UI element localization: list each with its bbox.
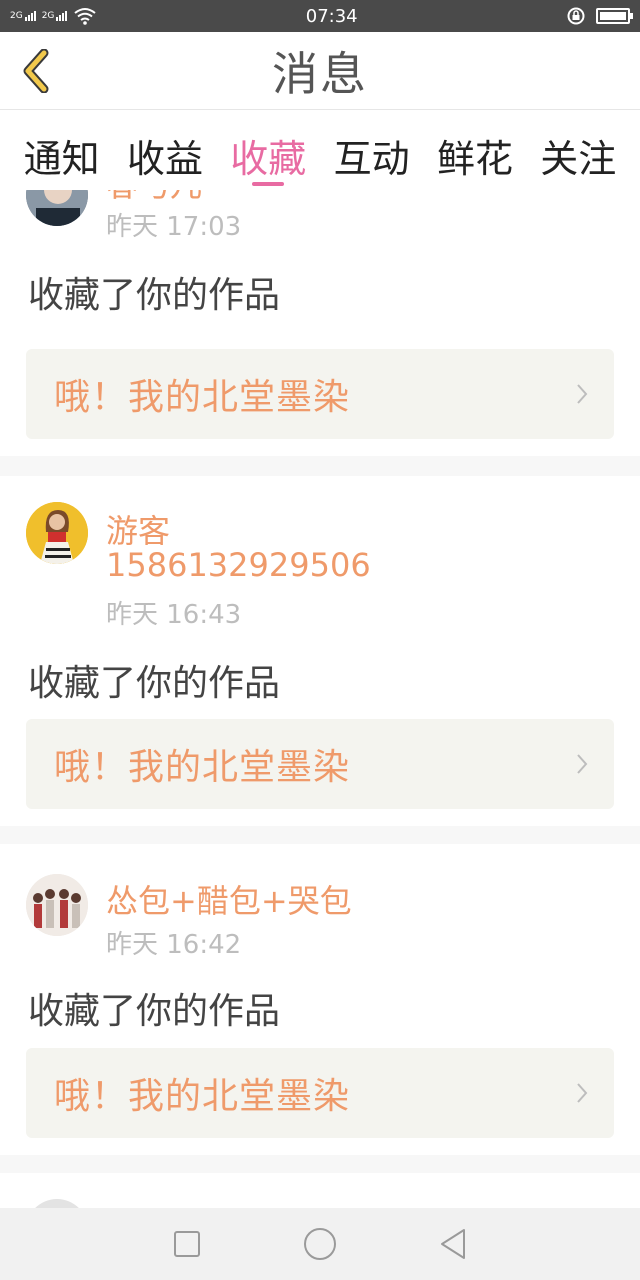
alarm-icon xyxy=(567,7,585,25)
message-action: 收藏了你的作品 xyxy=(28,991,281,1032)
tab-flowers[interactable]: 鲜花 xyxy=(425,110,525,183)
chevron-left-icon xyxy=(23,49,49,93)
status-time: 07:34 xyxy=(305,5,358,27)
chevron-right-icon xyxy=(577,384,588,404)
message-time: 昨天 17:03 xyxy=(106,212,242,242)
wifi-icon xyxy=(74,8,97,25)
work-title: 哦！我的北堂墨染 xyxy=(54,377,351,418)
message-list[interactable]: 春弓儿 昨天 17:03 收藏了你的作品 哦！我的北堂墨染 游客 1586132… xyxy=(0,190,640,1208)
message-time: 昨天 16:43 xyxy=(106,600,242,630)
header: 消息 xyxy=(0,32,640,110)
tab-label: 收益 xyxy=(126,137,203,181)
back-triangle-icon xyxy=(441,1229,466,1259)
username-line2[interactable]: 1586132929506 xyxy=(106,546,371,584)
tab-label: 收藏 xyxy=(230,137,307,181)
tab-label: 鲜花 xyxy=(436,137,513,181)
signal-icon-2: 2G xyxy=(42,11,68,21)
work-title: 哦！我的北堂墨染 xyxy=(54,1076,351,1117)
recents-square-icon xyxy=(173,1231,200,1257)
username[interactable]: 怂包+醋包+哭包 xyxy=(106,876,352,922)
tab-favorites[interactable]: 收藏 xyxy=(218,110,318,186)
avatar[interactable] xyxy=(26,874,88,936)
tab-interactions[interactable]: 互动 xyxy=(322,110,422,183)
tab-earnings[interactable]: 收益 xyxy=(115,110,215,183)
active-tab-indicator xyxy=(252,182,285,186)
avatar[interactable] xyxy=(26,190,88,226)
list-item: 春弓儿 昨天 17:03 收藏了你的作品 哦！我的北堂墨染 xyxy=(0,190,640,456)
chevron-right-icon xyxy=(577,754,588,774)
system-navbar xyxy=(0,1208,640,1280)
system-back-button[interactable] xyxy=(433,1224,473,1264)
work-link[interactable]: 哦！我的北堂墨染 xyxy=(26,349,614,439)
home-circle-icon xyxy=(303,1228,336,1260)
status-left: 2G 2G xyxy=(10,7,97,25)
username[interactable]: 春弓儿 xyxy=(106,190,202,206)
list-item: 游客 1586132929506 昨天 16:43 收藏了你的作品 哦！我的北堂… xyxy=(0,476,640,826)
tab-follows[interactable]: 关注 xyxy=(528,110,628,183)
message-action: 收藏了你的作品 xyxy=(28,663,281,704)
tab-bar: 通知 收益 收藏 互动 鲜花 关注 xyxy=(0,110,640,190)
recents-button[interactable] xyxy=(167,1224,207,1264)
home-button[interactable] xyxy=(300,1224,340,1264)
list-item: 怂包+醋包+哭包 昨天 16:42 收藏了你的作品 哦！我的北堂墨染 xyxy=(0,844,640,1155)
work-link[interactable]: 哦！我的北堂墨染 xyxy=(26,719,614,809)
tab-notifications[interactable]: 通知 xyxy=(12,110,112,183)
tab-label: 通知 xyxy=(23,137,100,181)
status-right xyxy=(566,6,633,26)
work-link[interactable]: 哦！我的北堂墨染 xyxy=(26,1048,614,1138)
page-title: 消息 xyxy=(272,46,368,101)
back-button[interactable] xyxy=(14,46,58,96)
tab-label: 关注 xyxy=(540,137,617,181)
work-title: 哦！我的北堂墨染 xyxy=(54,747,351,788)
chevron-right-icon xyxy=(577,1083,588,1103)
message-action: 收藏了你的作品 xyxy=(28,275,281,316)
avatar[interactable] xyxy=(26,502,88,564)
signal-icon: 2G xyxy=(10,11,36,21)
avatar[interactable] xyxy=(26,1199,88,1208)
status-bar: 2G 2G 07:34 xyxy=(0,0,640,32)
message-time: 昨天 16:42 xyxy=(106,930,242,960)
list-item xyxy=(0,1173,640,1208)
battery-icon xyxy=(596,8,633,24)
tab-label: 互动 xyxy=(333,137,410,181)
